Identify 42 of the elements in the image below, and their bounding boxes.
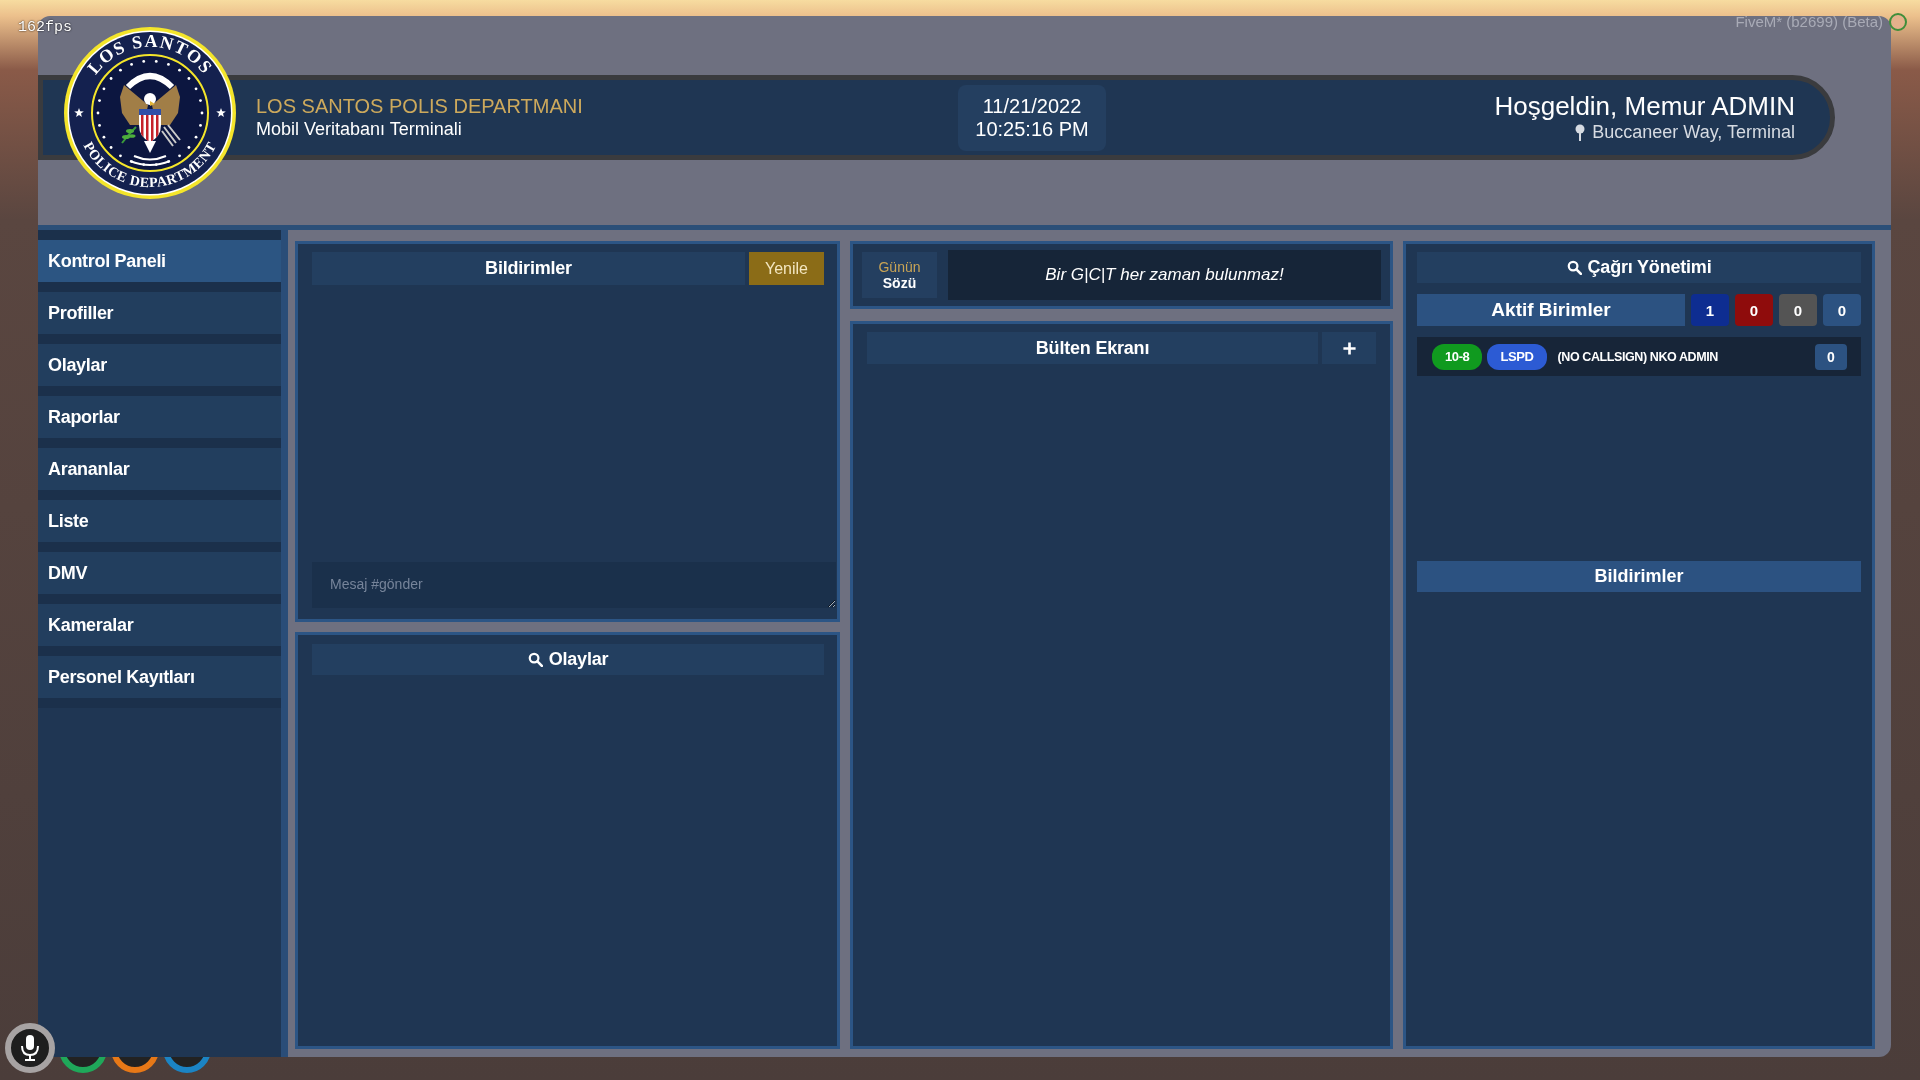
sidebar-item[interactable]: Olaylar <box>38 344 281 386</box>
quote-label-top: Günün <box>878 259 921 275</box>
sidebar-item[interactable]: Kameralar <box>38 604 281 646</box>
panel-title: Bildirimler <box>485 258 572 279</box>
location-text: Buccaneer Way, Terminal <box>1592 121 1795 143</box>
notifications-header: Bildirimler <box>1417 561 1861 592</box>
search-icon <box>1566 260 1582 275</box>
quote-text: Bir G|C|T her zaman bulunmaz! <box>948 250 1381 300</box>
date-text: 11/21/2022 <box>982 94 1082 118</box>
sidebar-item[interactable]: Kontrol Paneli <box>38 240 281 282</box>
active-units-header: Aktif Birimler <box>1417 294 1685 326</box>
unit-count-badge: 0 <box>1815 343 1847 370</box>
panel-title: Bülten Ekranı <box>1035 337 1150 359</box>
time-text: 10:25:16 PM <box>975 117 1089 141</box>
count-badge: 0 <box>1779 294 1817 326</box>
map-pin-icon <box>1575 123 1586 141</box>
sidebar-item[interactable]: Liste <box>38 500 281 542</box>
microphone-icon <box>5 1023 55 1073</box>
refresh-button[interactable]: Yenile <box>749 252 824 285</box>
quote-label-bottom: Sözü <box>882 275 917 291</box>
sidebar-item[interactable]: Profiller <box>38 292 281 334</box>
count-badge: 0 <box>1823 294 1861 326</box>
app-badge-icon <box>1889 13 1907 31</box>
search-icon <box>527 652 543 667</box>
sidebar-item[interactable]: DMV <box>38 552 281 594</box>
plus-icon <box>1341 340 1357 356</box>
greeting-text: Hoşgeldin, Memur ADMIN <box>1494 92 1795 121</box>
add-button[interactable] <box>1322 332 1376 364</box>
panel-title: Çağrı Yönetimi <box>1587 257 1712 278</box>
sidebar-item[interactable]: Arananlar <box>38 448 281 490</box>
unit-tag: 10-8 <box>1432 343 1483 370</box>
unit-tag: LSPD <box>1487 343 1547 370</box>
panel-title: Olaylar <box>548 649 609 670</box>
count-badge: 0 <box>1735 294 1773 326</box>
client-version-text: FiveM* (b2699) (Beta) <box>1735 13 1883 31</box>
department-title: LOS SANTOS POLIS DEPARTMANI <box>256 95 583 118</box>
message-field[interactable]: Mesaj #gönder <box>312 562 836 608</box>
unit-name: (NO CALLSIGN) NKO ADMIN <box>1557 349 1719 364</box>
sidebar-item[interactable]: Raporlar <box>38 396 281 438</box>
count-badge: 1 <box>1691 294 1729 326</box>
sidebar-item[interactable]: Personel Kayıtları <box>38 656 281 698</box>
terminal-subtitle: Mobil Veritabanı Terminali <box>256 118 462 140</box>
